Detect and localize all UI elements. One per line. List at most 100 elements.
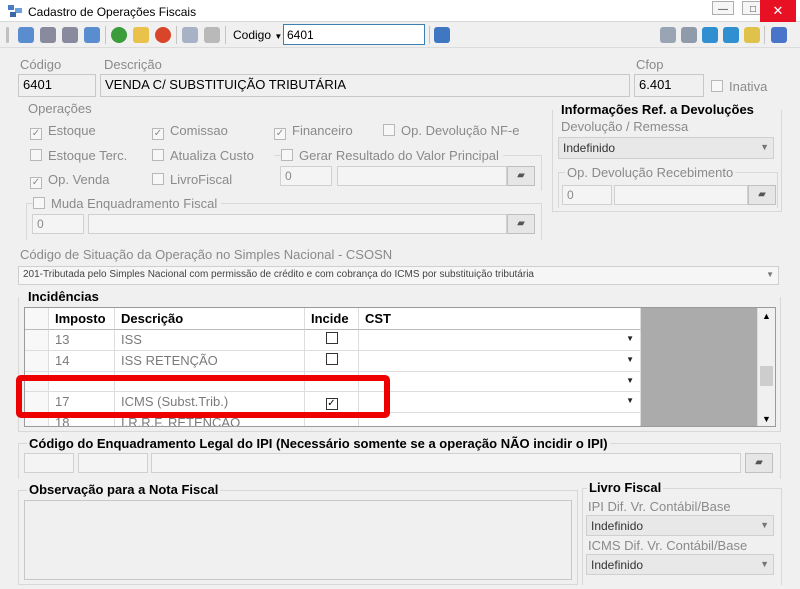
muda-enquadramento-checkbox[interactable]: Muda Enquadramento Fiscal xyxy=(33,196,222,211)
incide-checkbox[interactable] xyxy=(325,332,338,344)
minimize-button[interactable]: — xyxy=(697,1,734,21)
row-header[interactable] xyxy=(25,351,49,372)
descricao-cell: ISS RETENÇÃO xyxy=(115,351,305,372)
cfop-field[interactable]: 6.401 xyxy=(634,74,704,97)
chevron-down-icon: ▼ xyxy=(626,355,634,364)
incide-cell[interactable] xyxy=(305,330,359,351)
estoque-checkbox[interactable]: ✓ Estoque xyxy=(30,123,96,140)
op-devolucao-checkbox[interactable]: Op. Devolução NF-e xyxy=(383,123,520,138)
check-icon: ✓ xyxy=(152,128,164,140)
delete-icon[interactable] xyxy=(155,27,171,43)
gerar-description-field[interactable] xyxy=(337,166,507,186)
muda-description-field[interactable] xyxy=(88,214,507,234)
chevron-down-icon: ▼ xyxy=(626,396,634,405)
livrofiscal-checkbox[interactable]: LivroFiscal xyxy=(152,172,232,187)
chevron-down-icon: ▼ xyxy=(760,520,769,530)
search-field-selector[interactable]: Codigo ▼ xyxy=(233,28,282,42)
codigo-field[interactable]: 6401 xyxy=(18,74,96,97)
descricao-label: Descrição xyxy=(104,57,162,72)
gerar-resultado-checkbox[interactable]: Gerar Resultado do Valor Principal xyxy=(281,148,503,163)
chevron-down-icon: ▼ xyxy=(626,376,634,385)
settings-icon[interactable] xyxy=(681,27,697,43)
muda-code-field[interactable]: 0 xyxy=(32,214,84,234)
ipi-dif-select[interactable]: Indefinido ▼ xyxy=(586,515,774,536)
recebimento-code-field[interactable]: 0 xyxy=(562,185,612,205)
undo-icon[interactable] xyxy=(204,27,220,43)
toolbar-separator xyxy=(764,26,765,44)
row-header-column xyxy=(25,308,49,330)
cst-column-header[interactable]: CST xyxy=(359,308,641,330)
cst-cell[interactable]: ▼ xyxy=(359,351,641,372)
financeiro-checkbox[interactable]: ✓ Financeiro xyxy=(274,123,353,140)
csosn-label: Código de Situação da Operação no Simple… xyxy=(20,247,393,262)
search-icon[interactable] xyxy=(434,27,450,43)
window-title: Cadastro de Operações Fiscais xyxy=(28,5,197,19)
chevron-down-icon: ▼ xyxy=(626,334,634,343)
menu-icon[interactable] xyxy=(771,27,787,43)
next-record-icon[interactable] xyxy=(62,27,78,43)
gerar-code-field[interactable]: 0 xyxy=(280,166,332,186)
cst-cell[interactable]: ▼ xyxy=(359,392,641,413)
chevron-down-icon: ▼ xyxy=(760,142,769,152)
incide-column-header[interactable]: Incide xyxy=(305,308,359,330)
op-venda-checkbox[interactable]: ✓ Op. Venda xyxy=(30,172,109,189)
ipi-search-icon[interactable]: ▰ xyxy=(745,453,773,473)
cfop-label: Cfop xyxy=(636,57,664,72)
check-icon: ✓ xyxy=(30,128,42,140)
devolucao-remessa-label: Devolução / Remessa xyxy=(561,119,689,134)
close-button[interactable]: ✕ xyxy=(760,0,796,22)
csosn-select[interactable]: 201-Tributada pelo Simples Nacional com … xyxy=(18,266,779,285)
imposto-cell: 14 xyxy=(49,351,115,372)
recebimento-label: Op. Devolução Recebimento xyxy=(565,165,736,180)
cst-cell[interactable]: ▼ xyxy=(359,330,641,351)
devolucao-remessa-select[interactable]: Indefinido ▼ xyxy=(558,137,774,159)
export-icon[interactable] xyxy=(723,27,739,43)
gerar-search-icon[interactable]: ▰ xyxy=(507,166,535,186)
edit-icon[interactable] xyxy=(133,27,149,43)
previous-record-icon[interactable] xyxy=(40,27,56,43)
last-record-icon[interactable] xyxy=(84,27,100,43)
first-record-icon[interactable] xyxy=(18,27,34,43)
recebimento-description-field[interactable] xyxy=(614,185,748,205)
checkbox-box xyxy=(281,149,293,161)
tools-icon[interactable] xyxy=(660,27,676,43)
imposto-cell: 13 xyxy=(49,330,115,351)
scroll-thumb[interactable] xyxy=(760,366,773,386)
cst-cell[interactable]: ▼ xyxy=(359,372,641,392)
atualiza-custo-checkbox[interactable]: Atualiza Custo xyxy=(152,148,254,163)
comissao-checkbox[interactable]: ✓ Comissao xyxy=(152,123,228,140)
scroll-up-icon[interactable]: ▲ xyxy=(762,311,771,321)
estoque-terc-checkbox[interactable]: Estoque Terc. xyxy=(30,148,127,163)
incide-checkbox[interactable] xyxy=(325,353,338,365)
cst-cell[interactable] xyxy=(359,413,641,426)
ipi-class-field[interactable] xyxy=(78,453,148,473)
help-icon[interactable] xyxy=(744,27,760,43)
maximize-button[interactable]: □ xyxy=(727,1,764,21)
icms-dif-select[interactable]: Indefinido ▼ xyxy=(586,554,774,575)
checkbox-box xyxy=(152,173,164,185)
descricao-column-header[interactable]: Descrição xyxy=(115,308,305,330)
add-icon[interactable] xyxy=(111,27,127,43)
checkbox-box xyxy=(33,197,45,209)
checkbox-box xyxy=(711,80,723,92)
inativa-checkbox[interactable]: Inativa xyxy=(711,79,767,94)
title-bar: Cadastro de Operações Fiscais — □ ✕ xyxy=(0,0,800,22)
grid-vertical-scrollbar[interactable]: ▲ ▼ xyxy=(757,308,775,426)
imposto-column-header[interactable]: Imposto xyxy=(49,308,115,330)
incide-cell[interactable] xyxy=(305,351,359,372)
toolbar-separator xyxy=(105,26,106,44)
ipi-description-field[interactable] xyxy=(151,453,741,473)
row-header[interactable] xyxy=(25,330,49,351)
observacao-textarea[interactable] xyxy=(24,500,572,580)
toolbar-grip xyxy=(6,27,9,43)
recebimento-search-icon[interactable]: ▰ xyxy=(748,185,776,205)
save-icon[interactable] xyxy=(182,27,198,43)
icms-dif-label: ICMS Dif. Vr. Contábil/Base xyxy=(588,538,748,553)
search-input[interactable] xyxy=(283,24,425,45)
descricao-field[interactable]: VENDA C/ SUBSTITUIÇÃO TRIBUTÁRIA xyxy=(100,74,630,97)
incidencias-title: Incidências xyxy=(28,289,99,304)
refresh-icon[interactable] xyxy=(702,27,718,43)
scroll-down-icon[interactable]: ▼ xyxy=(762,414,771,424)
muda-search-icon[interactable]: ▰ xyxy=(507,214,535,234)
ipi-code-field[interactable] xyxy=(24,453,74,473)
